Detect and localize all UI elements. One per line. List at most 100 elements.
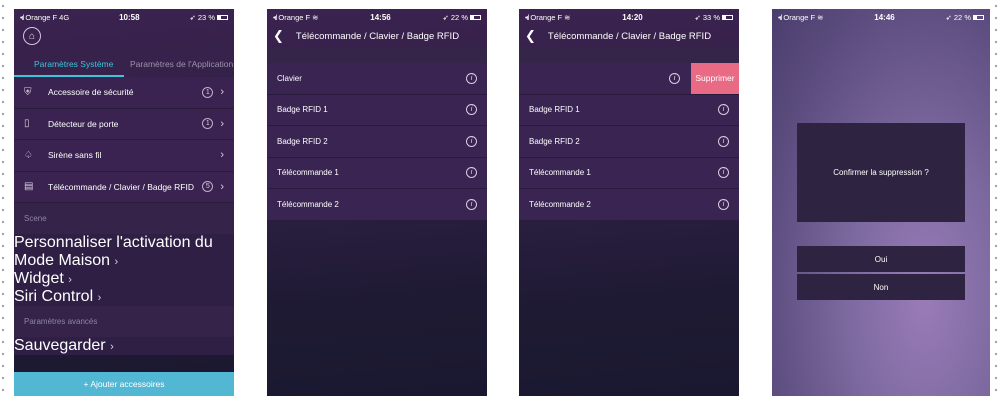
device-row-door[interactable]: ▯ Détecteur de porte 1 › [14,108,234,140]
scene-label: Siri Control [14,288,94,305]
chevron-right-icon: › [220,149,224,162]
info-icon[interactable]: i [718,104,729,116]
item-label: Télécommande 2 [529,199,591,209]
location-icon: ➶ [189,12,196,22]
scene-row-home-mode[interactable]: Personnaliser l'activation du Mode Maiso… [14,234,234,270]
back-chevron-icon[interactable]: ❮ [525,28,536,44]
scene-row-widget[interactable]: Widget › [14,270,234,288]
chevron-right-icon: › [97,292,102,304]
battery-percent: 23 % [197,12,215,22]
info-icon[interactable]: i [466,167,477,179]
signal-icon: •ıl [273,12,278,22]
status-time: 14:56 [370,12,391,22]
device-list: ⛨ Accessoire de sécurité 1 › ▯ Détecteur… [14,77,234,203]
signal-icon: •ıl [525,12,530,22]
signal-icon: •ıl [20,12,25,22]
carrier-label: Orange F [783,12,816,22]
scene-row-siri[interactable]: Siri Control › [14,288,234,306]
item-label: Télécommande 2 [277,199,339,209]
list-item[interactable]: Télécommande 1 i [267,157,487,189]
item-label: Clavier [277,73,302,83]
device-label: Détecteur de porte [48,118,119,129]
device-count-badge: 1 [202,118,214,130]
wifi-icon: ≋ [312,12,319,22]
info-icon[interactable]: i [466,135,477,147]
item-label: Badge RFID 1 [529,105,580,115]
device-label: Accessoire de sécurité [48,87,134,98]
nav-bar: ❮ Télécommande / Clavier / Badge RFID [519,25,739,47]
device-row-security[interactable]: ⛨ Accessoire de sécurité 1 › [14,77,234,109]
list-item[interactable]: Télécommande 2 i [267,189,487,221]
scene-label: Personnaliser l'activation du Mode Maiso… [14,234,213,269]
item-label: Badge RFID 2 [277,136,328,146]
screen-remote-list: •ıl Orange F ≋ 14:56 ➶ 22 % ❮ Télécommand… [267,9,487,396]
list-item[interactable]: Badge RFID 1 i [519,94,739,126]
section-header-advanced: Paramètres avancés [14,306,234,337]
status-time: 14:20 [622,12,643,22]
device-row-remote[interactable]: ▤ Télécommande / Clavier / Badge RFID 5 … [14,171,234,203]
device-row-siren[interactable]: ♤ Sirène sans fil › [14,140,234,172]
settings-tabs: Paramètres Système Paramètres de l'Appli… [14,53,234,77]
confirm-no-button[interactable]: Non [797,274,965,300]
scene-label: Widget [14,270,64,287]
keypad-icon: ▤ [24,181,34,193]
home-icon[interactable]: ⌂ [23,27,41,45]
list-item-swiped[interactable]: i Supprimer [519,63,739,95]
chevron-right-icon: › [220,86,224,99]
battery-icon [470,15,481,21]
tab-system-settings[interactable]: Paramètres Système [14,53,124,77]
info-icon[interactable]: i [669,72,680,84]
battery-percent: 33 % [702,12,720,22]
wifi-icon: ≋ [564,12,571,22]
device-count-badge: 5 [202,181,214,193]
list-item[interactable]: Télécommande 2 i [519,189,739,221]
info-icon[interactable]: i [466,198,477,210]
list-spacer [519,47,739,63]
chevron-right-icon: › [220,117,224,130]
delete-button[interactable]: Supprimer [691,63,739,94]
status-time: 10:58 [119,12,140,22]
tab-app-settings[interactable]: Paramètres de l'Application [124,53,233,77]
dotted-border-right [993,0,999,396]
back-chevron-icon[interactable]: ❮ [273,28,284,44]
battery-percent: 22 % [953,12,971,22]
info-icon[interactable]: i [718,135,729,147]
list-spacer [267,47,487,63]
status-bar: •ıl Orange F ≋ 14:20 ➶ 33 % [519,9,739,25]
advanced-row-save[interactable]: Sauvegarder › [14,337,234,355]
info-icon[interactable]: i [718,167,729,179]
list-item[interactable]: Badge RFID 2 i [267,126,487,158]
battery-icon [217,15,228,21]
list-item[interactable]: Clavier i [267,63,487,95]
item-label: Télécommande 1 [277,168,339,178]
info-icon[interactable]: i [466,72,477,84]
chevron-right-icon: › [220,180,224,193]
location-icon: ➶ [694,12,701,22]
info-icon[interactable]: i [466,104,477,116]
chevron-right-icon: › [68,274,72,286]
item-label: Badge RFID 2 [529,136,580,146]
screen-confirm-delete: •ıl Orange F ≋ 14:46 ➶ 22 % Confirmer la … [772,9,990,396]
advanced-label: Sauvegarder [14,337,106,354]
screen-system-settings: •ıl Orange F 4G 10:58 ➶ 23 % ⌂ Paramètres… [14,9,234,396]
carrier-label: Orange F [278,12,311,22]
info-icon[interactable]: i [718,198,729,210]
list-item[interactable]: Badge RFID 1 i [267,94,487,126]
confirm-yes-button[interactable]: Oui [797,246,965,272]
status-bar: •ıl Orange F ≋ 14:56 ➶ 22 % [267,9,487,25]
list-item[interactable]: Badge RFID 2 i [519,126,739,158]
signal-icon: •ıl [778,12,783,22]
page-title: Télécommande / Clavier / Badge RFID [547,30,712,42]
device-label: Télécommande / Clavier / Badge RFID [48,181,194,192]
carrier-label: Orange F [530,12,563,22]
status-bar: •ıl Orange F ≋ 14:46 ➶ 22 % [772,9,990,25]
wifi-icon: ≋ [817,12,824,22]
list-item[interactable]: Télécommande 1 i [519,157,739,189]
bell-icon: ♤ [24,149,33,161]
status-bar: •ıl Orange F 4G 10:58 ➶ 23 % [14,9,234,25]
dialog-message: Confirmer la suppression ? [833,168,929,177]
section-header-scene: Scene [14,203,234,234]
add-accessories-button[interactable]: + Ajouter accessoires [14,372,234,396]
carrier-label: Orange F [25,12,58,22]
battery-icon [722,15,733,21]
